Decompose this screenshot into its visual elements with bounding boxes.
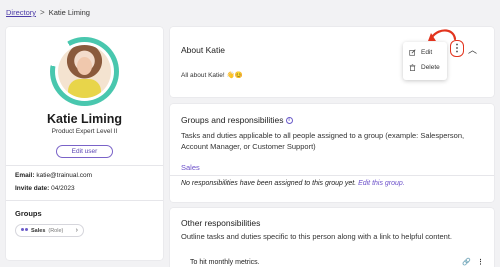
more-vertical-icon: ⋮: [452, 42, 462, 54]
other-responsibilities-card: Other responsibilities Outline tasks and…: [170, 208, 494, 267]
groups-responsibilities-title: Groups and responsibilities: [181, 115, 284, 125]
info-icon[interactable]: i: [285, 116, 293, 124]
group-chip-sales[interactable]: Sales (Role) ›: [15, 224, 84, 237]
email-row: Email: katie@trainual.com: [15, 172, 92, 179]
responsibility-text: To hit monthly metrics.: [190, 258, 260, 266]
pencil-icon: [409, 49, 416, 56]
invite-date-label: Invite date:: [15, 185, 50, 192]
menu-item-edit-label: Edit: [421, 49, 433, 56]
group-icon: [21, 227, 28, 234]
about-body: All about Katie! 👋😊: [181, 72, 243, 79]
email-value: katie@trainual.com: [36, 172, 93, 179]
breadcrumb-current: Katie Liming: [48, 8, 90, 17]
empty-text: No responsibilities have been assigned t…: [181, 180, 357, 187]
profile-card: Katie Liming Product Expert Level II Edi…: [6, 27, 163, 260]
groups-description: Tasks and duties applicable to all peopl…: [181, 131, 465, 151]
group-name-sales[interactable]: Sales: [181, 163, 200, 172]
groups-heading: Groups: [15, 209, 42, 218]
breadcrumb-separator: >: [40, 8, 45, 17]
avatar: [58, 45, 111, 98]
empty-responsibilities-message: No responsibilities have been assigned t…: [181, 180, 405, 187]
menu-item-edit[interactable]: Edit: [409, 49, 432, 56]
group-chip-name: Sales: [31, 227, 46, 234]
chevron-right-icon: ›: [75, 227, 78, 234]
email-label: Email:: [15, 172, 35, 179]
avatar-progress-ring: [50, 37, 119, 106]
edit-user-button[interactable]: Edit user: [56, 145, 113, 158]
link-icon[interactable]: 🔗: [462, 258, 471, 266]
profile-title: Product Expert Level II: [51, 128, 118, 135]
trash-icon: [409, 64, 416, 71]
profile-divider: [6, 200, 163, 201]
profile-name: Katie Liming: [46, 112, 122, 126]
about-card: About Katie All about Katie! 👋😊 Edit Del…: [170, 27, 494, 97]
menu-item-delete-label: Delete: [421, 64, 440, 71]
groups-responsibilities-heading: Groups and responsibilities i: [181, 115, 293, 125]
invite-date-value: 04/2023: [51, 185, 75, 192]
menu-item-delete[interactable]: Delete: [409, 64, 440, 71]
groups-responsibilities-card: Groups and responsibilities i Tasks and …: [170, 104, 494, 202]
edit-group-link[interactable]: Edit this group.: [358, 180, 405, 187]
groups-divider: [170, 175, 494, 176]
breadcrumb-directory-link[interactable]: Directory: [6, 8, 36, 17]
about-heading: About Katie: [181, 45, 225, 55]
profile-divider: [6, 165, 163, 166]
kebab-menu-button[interactable]: ⋮: [450, 40, 464, 57]
group-chip-role: (Role): [48, 227, 64, 234]
more-vertical-icon[interactable]: ⋮: [477, 258, 484, 266]
invite-date-row: Invite date: 04/2023: [15, 185, 75, 192]
list-item[interactable]: To hit monthly metrics. 🔗 ⋮: [184, 254, 484, 267]
other-responsibilities-description: Outline tasks and duties specific to thi…: [181, 232, 452, 241]
breadcrumb: Directory > Katie Liming: [6, 8, 90, 17]
chevron-up-icon[interactable]: ︿: [468, 43, 477, 56]
other-responsibilities-heading: Other responsibilities: [181, 218, 261, 228]
